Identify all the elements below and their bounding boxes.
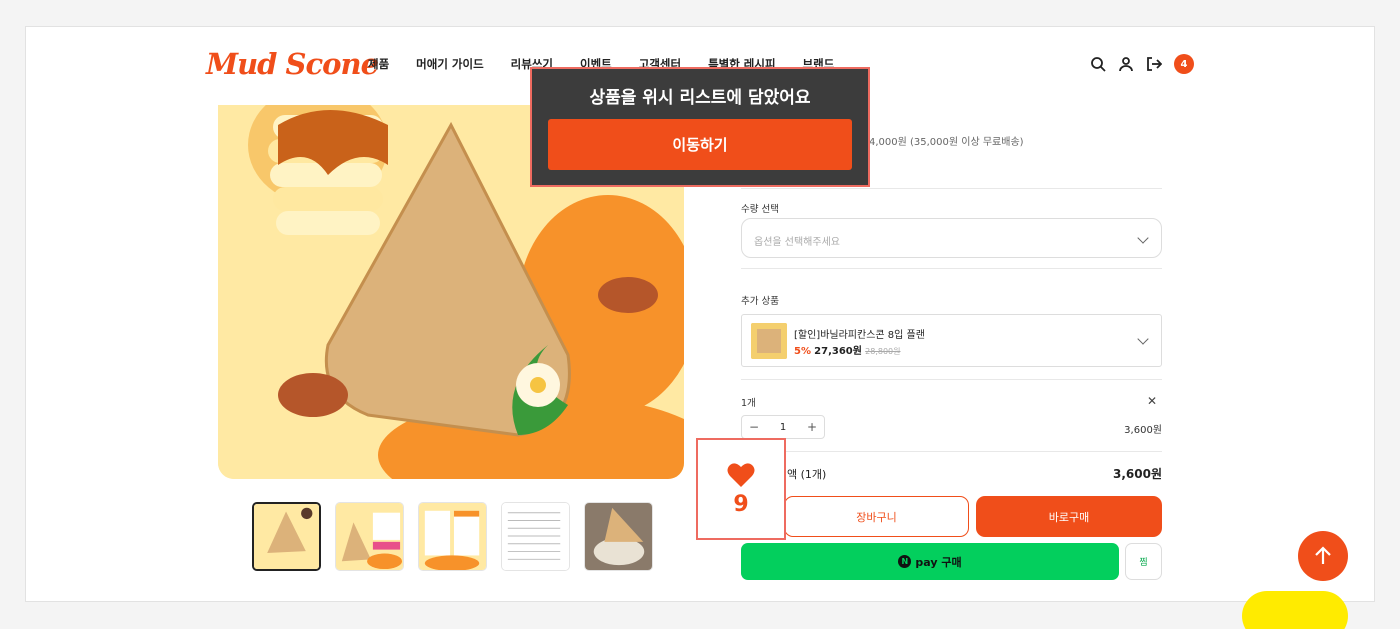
thumbnail-4[interactable]: [501, 502, 570, 571]
quantity-stepper: − 1 +: [741, 415, 825, 439]
go-to-wishlist-button[interactable]: 이동하기: [548, 119, 852, 170]
decrease-button[interactable]: −: [749, 420, 759, 434]
thumbnail-1[interactable]: [252, 502, 321, 571]
user-icon[interactable]: [1118, 56, 1134, 72]
arrow-up-icon: [1315, 546, 1331, 564]
divider: [741, 451, 1162, 452]
quantity-label: 수량 선택: [741, 204, 779, 215]
header-icons: 4: [1090, 54, 1194, 74]
npay-wishlist-button[interactable]: 찜: [1125, 543, 1162, 580]
thumbnail-5[interactable]: [584, 502, 653, 571]
npay-label: pay 구매: [915, 555, 962, 569]
wishlist-button[interactable]: 9: [696, 438, 786, 540]
addon-product-select[interactable]: [할인]바닐라피칸스콘 8입 플랜 5% 27,360원 28,800원: [741, 314, 1162, 367]
npay-buy-button[interactable]: N pay 구매: [741, 543, 1119, 580]
addon-thumbnail: [751, 323, 787, 359]
nav-item-products[interactable]: 제품: [368, 56, 389, 72]
addon-original-price: 28,800원: [865, 347, 901, 356]
logout-icon[interactable]: [1146, 56, 1162, 72]
thumbnail-2[interactable]: [335, 502, 404, 571]
brand-logo[interactable]: Mud Scone: [206, 47, 379, 81]
heart-icon: [727, 462, 755, 487]
total-label: 액 (1개): [787, 468, 827, 481]
page-frame: Mud Scone 제품 머애기 가이드 리뷰쓰기 이벤트 고객센터 특별한 레…: [25, 26, 1375, 602]
total-price: 3,600원: [1113, 467, 1162, 481]
scroll-top-button[interactable]: [1298, 531, 1348, 581]
chevron-down-icon: [1137, 232, 1149, 244]
remove-item-button[interactable]: ✕: [1147, 394, 1157, 408]
wishlist-count: 9: [733, 491, 749, 517]
cart-count-badge[interactable]: 4: [1174, 54, 1194, 74]
add-to-cart-button[interactable]: 장바구니: [784, 496, 969, 537]
addon-discount: 5%: [794, 346, 811, 357]
thumbnail-list: [252, 502, 653, 571]
buy-now-button[interactable]: 바로구매: [976, 496, 1162, 537]
option-select[interactable]: 옵션을 선택해주세요: [741, 218, 1162, 258]
nav-item-guide[interactable]: 머애기 가이드: [416, 56, 483, 72]
line-item-price: 3,600원: [1124, 425, 1162, 436]
search-icon[interactable]: [1090, 56, 1106, 72]
line-item-label: 1개: [741, 398, 756, 409]
npay-logo-icon: N: [898, 555, 912, 568]
chevron-down-icon: [1137, 333, 1149, 345]
toast-message: 상품을 위시 리스트에 담았어요: [589, 88, 811, 108]
quantity-value[interactable]: 1: [780, 422, 786, 433]
thumbnail-3[interactable]: [418, 502, 487, 571]
addon-label: 추가 상품: [741, 296, 779, 307]
divider: [741, 188, 1162, 189]
divider: [741, 379, 1162, 380]
increase-button[interactable]: +: [807, 420, 817, 434]
wishlist-toast: 상품을 위시 리스트에 담았어요 이동하기: [530, 67, 870, 187]
addon-sale-price: 27,360원: [814, 346, 862, 357]
addon-price: 5% 27,360원 28,800원: [794, 342, 901, 357]
chat-button[interactable]: [1242, 591, 1348, 629]
divider: [741, 268, 1162, 269]
shipping-info: 4,000원 (35,000원 이상 무료배송): [869, 137, 1024, 148]
addon-name: [할인]바닐라피칸스콘 8입 플랜: [794, 330, 925, 341]
option-select-placeholder: 옵션을 선택해주세요: [754, 237, 840, 248]
